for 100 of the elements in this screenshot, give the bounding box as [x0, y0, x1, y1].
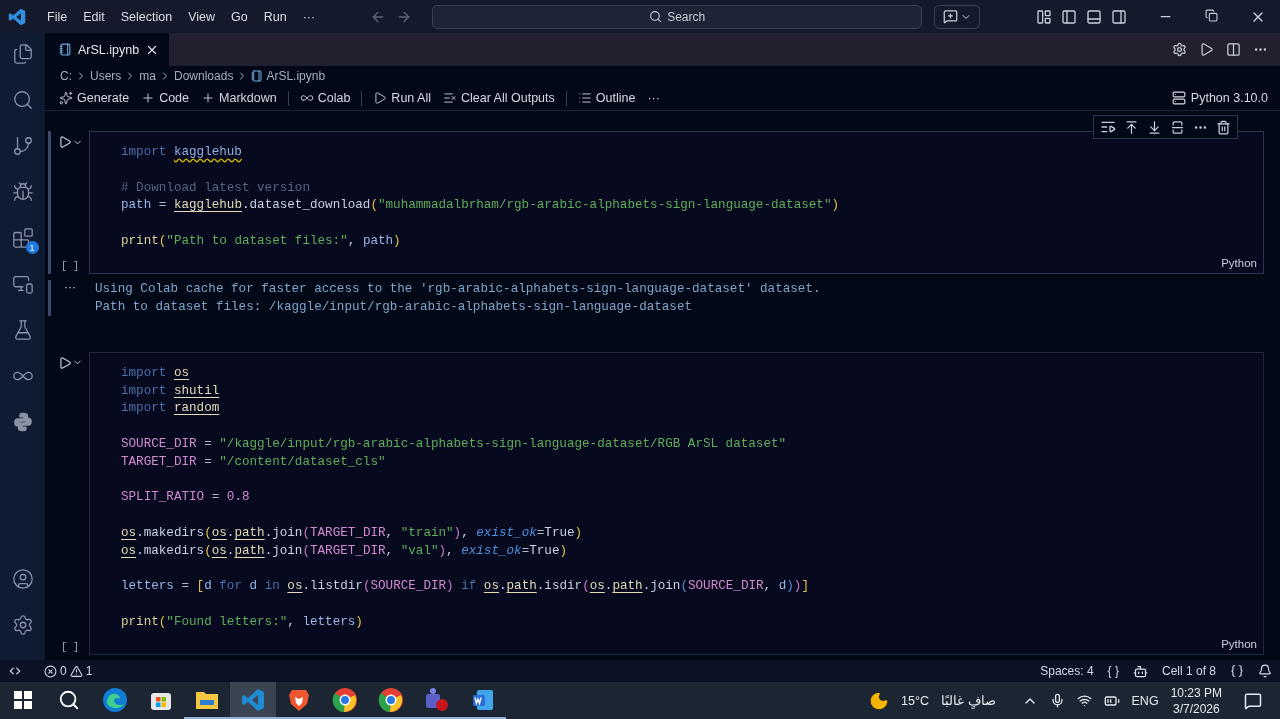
notification-center-icon[interactable]: [1244, 691, 1262, 710]
warning-count[interactable]: 1: [85, 664, 93, 678]
delete-icon[interactable]: [1216, 119, 1231, 135]
remote-icon[interactable]: [8, 664, 22, 678]
toolbar-button[interactable]: Clear All Outputs: [438, 89, 559, 107]
breadcrumb-item[interactable]: ma: [139, 69, 156, 83]
input-language[interactable]: ENG: [1131, 693, 1159, 708]
split-editor-icon[interactable]: [1226, 42, 1241, 57]
branch-icon[interactable]: [11, 135, 34, 157]
menu-item[interactable]: ···: [295, 6, 323, 27]
breadcrumb-item[interactable]: ArSL.ipynb: [266, 69, 326, 83]
weather-icon[interactable]: [869, 690, 890, 711]
settings-icon[interactable]: [11, 614, 34, 636]
menu-item[interactable]: Go: [224, 6, 255, 27]
chat-button[interactable]: [934, 4, 981, 29]
run-by-line-icon[interactable]: [1100, 119, 1116, 135]
kernel-picker[interactable]: Python 3.10.0: [1171, 91, 1268, 105]
menu-item[interactable]: Selection: [113, 6, 180, 27]
warning-icon: [69, 664, 83, 678]
clock[interactable]: 10:23 PM 3/7/2026: [1170, 684, 1222, 717]
cell-output: Using Colab cache for faster access to the 'rgb-arabic-alphabets-sign-language-dataset' dataset. Path to dataset files: /kaggle/input/rgb-arabic-alphabets-sign-language-dataset: [94, 280, 821, 316]
teams-icon[interactable]: [424, 686, 450, 713]
chat-icon: [942, 9, 958, 24]
editor-tab[interactable]: ArSL.ipynb: [45, 33, 170, 66]
settings-icon[interactable]: [1172, 42, 1187, 57]
notebook-icon: [59, 43, 72, 56]
toolbar-button[interactable]: Generate: [55, 89, 134, 107]
run-cell-icon[interactable]: [57, 135, 72, 149]
code-line: letters = [d for d in os.listdir(SOURCE_DIR) if os.path.isdir(os.path.join(SOURCE_DIR, d))]: [121, 578, 810, 596]
toolbar-button[interactable]: Outline: [573, 89, 640, 107]
python-logo-icon[interactable]: [11, 411, 34, 433]
clear-list-icon: [442, 91, 457, 105]
split-cell-icon[interactable]: [1170, 119, 1185, 135]
output-menu[interactable]: ···: [63, 279, 77, 294]
code-line: os.makedirs(os.path.join(TARGET_DIR, "train"), exist_ok=True): [121, 524, 584, 542]
code-line: import os: [121, 364, 191, 382]
toolbar-button[interactable]: Colab: [295, 89, 355, 107]
code-line: TARGET_DIR = "/content/dataset_cls": [121, 453, 387, 471]
code-line: SOURCE_DIR = "/kaggle/input/rgb-arabic-alphabets-sign-language-dataset/RGB ArSL dataset": [121, 435, 788, 453]
panel-right-icon[interactable]: [1111, 8, 1127, 25]
error-icon: [44, 664, 57, 678]
account-icon[interactable]: [11, 568, 34, 590]
execution-count: [ ]: [61, 641, 79, 653]
search-icon: [649, 10, 663, 23]
panel-left-icon[interactable]: [1061, 8, 1077, 25]
breadcrumb-item[interactable]: Users: [90, 69, 122, 83]
run-below-icon[interactable]: [1147, 119, 1162, 135]
code-line: print("Path to dataset files:", path): [121, 233, 402, 250]
code-line: import random: [121, 400, 221, 418]
chrome-browser-icon[interactable]: [332, 686, 358, 713]
menu-item[interactable]: View: [181, 6, 222, 27]
menu-item[interactable]: File: [40, 6, 75, 27]
play-icon: [373, 91, 388, 105]
plus-icon: [201, 91, 215, 105]
search-icon: [58, 688, 80, 711]
cell-position-status[interactable]: Cell 1 of 8: [1161, 664, 1216, 678]
toolbar-button[interactable]: Run All: [369, 89, 435, 107]
search-icon[interactable]: [11, 89, 34, 111]
code-editor-logo-icon: [8, 7, 26, 26]
blocks-icon[interactable]: [11, 227, 34, 249]
files-icon[interactable]: [11, 43, 34, 65]
monitor-icon[interactable]: [11, 273, 34, 295]
indentation-status[interactable]: Spaces: 4: [1040, 664, 1094, 678]
cell-language-label[interactable]: Python: [1221, 256, 1257, 269]
bug-icon[interactable]: [11, 181, 34, 203]
code-editor-icon[interactable]: [241, 687, 265, 712]
code-line: import kagglehub: [121, 144, 243, 161]
code-cell[interactable]: import kagglehub # Download latest version path = kagglehub.dataset_download("muhammadalbrham/rgb-arabic-alphabets-sign-language-dataset") print("Path to dataset files:", path) Python: [89, 131, 1264, 274]
wifi-icon[interactable]: [1076, 693, 1092, 708]
more-button[interactable]: ···: [643, 89, 664, 107]
microphone-icon[interactable]: [1049, 693, 1065, 708]
breadcrumb-item[interactable]: C:: [60, 69, 72, 83]
restore-icon[interactable]: [1205, 8, 1218, 22]
menu-item[interactable]: Run: [256, 6, 294, 27]
temperature[interactable]: 15°C: [901, 693, 930, 708]
panel-bottom-icon[interactable]: [1086, 8, 1102, 25]
code-line: print("Found letters:", letters): [121, 613, 364, 631]
word-document-icon[interactable]: [471, 687, 495, 712]
menu-item[interactable]: Edit: [76, 6, 112, 27]
robot-icon[interactable]: [1132, 663, 1148, 679]
chrome-browser-icon[interactable]: [378, 686, 404, 713]
language-mode-status[interactable]: { }: [1107, 664, 1119, 678]
play-icon[interactable]: [1199, 42, 1214, 57]
code-cell[interactable]: [89, 351, 1264, 655]
list-icon: [577, 91, 592, 105]
code-line: import shutil: [121, 382, 221, 400]
toolbar-button[interactable]: Markdown: [197, 89, 281, 107]
lion-shield-icon[interactable]: [288, 687, 310, 712]
toolbar-button[interactable]: Code: [137, 89, 193, 107]
layout-icon[interactable]: [1036, 8, 1052, 25]
search-field[interactable]: Search: [432, 4, 923, 29]
edge-browser-icon[interactable]: [102, 686, 128, 713]
run-above-icon[interactable]: [1124, 119, 1139, 135]
run-cell-icon[interactable]: [57, 355, 72, 370]
weather-condition[interactable]: صافٍ غالبًا: [941, 693, 996, 708]
breadcrumb-item[interactable]: Downloads: [174, 69, 234, 83]
error-count[interactable]: 0: [60, 664, 67, 678]
cell-language-label[interactable]: Python: [1221, 637, 1257, 650]
notifications-icon[interactable]: [1258, 664, 1272, 678]
notification-badge: 1: [25, 241, 39, 254]
